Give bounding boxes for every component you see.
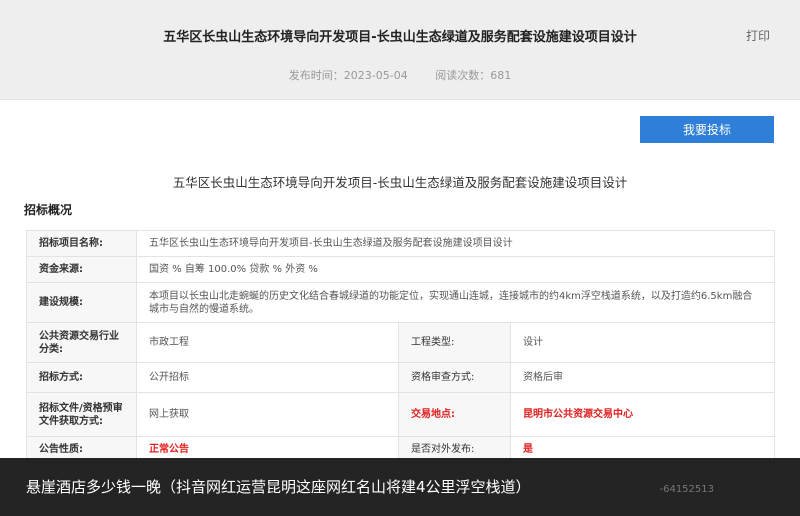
table-row: 招标项目名称: 五华区长虫山生态环境导向开发项目-长虫山生态绿道及服务配套设施建…: [26, 230, 776, 257]
table-row: 建设规模: 本项目以长虫山北走蜿蜒的历史文化结合春城绿道的功能定位，实现通山连城…: [26, 282, 776, 323]
qualification-label: 资格审查方式:: [398, 362, 511, 393]
engineering-type-value: 设计: [509, 322, 776, 363]
doc-obtain-value: 网上获取: [136, 392, 399, 437]
trade-location-value: 昆明市公共资源交易中心: [509, 392, 776, 437]
article-meta: 发布时间：2023-05-04 阅读次数：681: [0, 67, 800, 83]
category-value: 市政工程: [136, 322, 399, 363]
section-title-overview: 招标概况: [24, 203, 73, 217]
print-button[interactable]: 打印: [746, 27, 770, 44]
trade-location-label: 交易地点:: [398, 392, 511, 437]
qualification-value: 资格后审: [509, 362, 776, 393]
funding-value: 国资 % 自筹 100.0% 贷款 % 外资 %: [135, 256, 776, 283]
article-title: 五华区长虫山生态环境导向开发项目-长虫山生态绿道及服务配套设施建设项目设计: [163, 30, 637, 45]
read-count: 阅读次数：681: [435, 69, 512, 82]
table-row: 公共资源交易行业分类: 市政工程 工程类型: 设计: [26, 322, 776, 363]
document-title: 五华区长虫山生态环境导向开发项目-长虫山生态绿道及服务配套设施建设项目设计: [172, 175, 628, 190]
doc-obtain-label: 招标文件/资格预审文件获取方式:: [26, 392, 137, 437]
category-label: 公共资源交易行业分类:: [26, 322, 137, 363]
scale-value: 本项目以长虫山北走蜿蜒的历史文化结合春城绿道的功能定位，实现通山连城，连接城市的…: [135, 282, 776, 323]
scale-label: 建设规模:: [26, 282, 137, 323]
publish-time: 发布时间：2023-05-04: [288, 69, 408, 82]
bid-method-label: 招标方式:: [26, 362, 137, 393]
funding-label: 资金来源:: [26, 256, 137, 283]
caption-tail-text: -64152513: [659, 484, 714, 495]
bid-overview-table: 招标项目名称: 五华区长虫山生态环境导向开发项目-长虫山生态绿道及服务配套设施建…: [26, 230, 776, 463]
article-header: 五华区长虫山生态环境导向开发项目-长虫山生态绿道及服务配套设施建设项目设计 打印…: [0, 0, 800, 100]
bid-method-value: 公开招标: [136, 362, 399, 393]
bid-button[interactable]: 我要投标: [640, 116, 774, 143]
table-row: 资金来源: 国资 % 自筹 100.0% 贷款 % 外资 %: [26, 256, 776, 283]
table-row: 招标文件/资格预审文件获取方式: 网上获取 交易地点: 昆明市公共资源交易中心: [26, 392, 776, 437]
project-name-value: 五华区长虫山生态环境导向开发项目-长虫山生态绿道及服务配套设施建设项目设计: [135, 230, 776, 257]
project-name-label: 招标项目名称:: [26, 230, 137, 257]
engineering-type-label: 工程类型:: [398, 322, 511, 363]
table-row: 招标方式: 公开招标 资格审查方式: 资格后审: [26, 362, 776, 393]
